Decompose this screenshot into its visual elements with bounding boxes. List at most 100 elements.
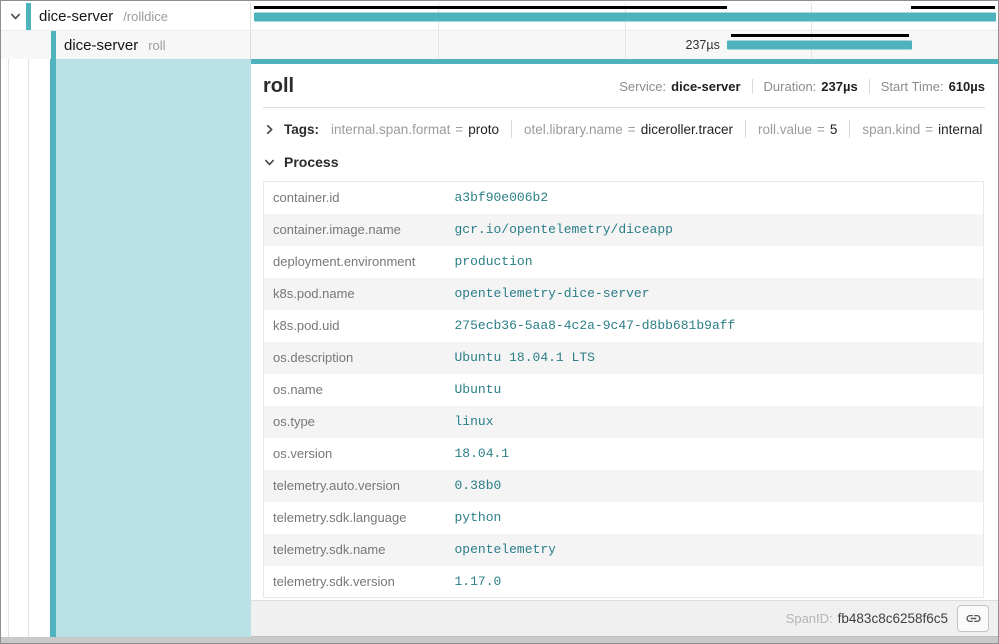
service-name: dice-server	[39, 8, 113, 25]
tag-item: internal.span.format=proto	[331, 122, 499, 137]
process-row: deployment.environmentproduction	[264, 246, 984, 278]
process-row: container.ida3bf90e006b2	[264, 182, 984, 214]
process-value: linux	[447, 406, 984, 438]
process-value: Ubuntu 18.04.1 LTS	[447, 342, 984, 374]
spanid-label: SpanID:	[786, 611, 833, 626]
critical-path-segment	[911, 6, 995, 9]
span-row-rolldice[interactable]: dice-server /rolldice	[1, 3, 998, 31]
process-key: os.name	[264, 374, 447, 406]
operation-name: roll	[148, 38, 165, 53]
chevron-down-icon	[264, 157, 275, 168]
span-tree-gutter	[1, 59, 251, 637]
process-value: 275ecb36-5aa8-4c2a-9c47-d8bb681b9aff	[447, 310, 984, 342]
span-detail-header: roll Service: dice-server Duration: 237µ…	[263, 64, 985, 108]
process-value: a3bf90e006b2	[447, 182, 984, 214]
process-key: k8s.pod.uid	[264, 310, 447, 342]
duration-label: Duration:	[764, 79, 817, 94]
horizontal-scrollbar[interactable]	[1, 637, 998, 643]
process-value: production	[447, 246, 984, 278]
indent-guide	[8, 59, 9, 637]
critical-path-segment	[254, 6, 727, 9]
timeline-grid-tick	[438, 31, 439, 59]
tag-item: otel.library.name=diceroller.tracer	[524, 122, 733, 137]
process-value: opentelemetry-dice-server	[447, 278, 984, 310]
indent-guide	[28, 59, 29, 637]
tag-value: 5	[830, 122, 838, 137]
chevron-right-icon	[264, 124, 275, 135]
process-value: Ubuntu	[447, 374, 984, 406]
process-key: k8s.pod.name	[264, 278, 447, 310]
process-row: container.image.namegcr.io/opentelemetry…	[264, 214, 984, 246]
process-key: telemetry.sdk.name	[264, 534, 447, 566]
process-kv-table: container.ida3bf90e006b2container.image.…	[263, 181, 984, 598]
service-value: dice-server	[671, 79, 740, 94]
span-name-cell[interactable]: dice-server /rolldice	[1, 3, 251, 30]
process-value: 0.38b0	[447, 470, 984, 502]
span-name-cell[interactable]: dice-server roll	[1, 31, 251, 59]
process-accordion[interactable]: Process	[251, 144, 998, 178]
span-duration-bar[interactable]	[727, 41, 912, 50]
tag-value: diceroller.tracer	[641, 122, 733, 137]
process-row: os.version18.04.1	[264, 438, 984, 470]
process-key: container.id	[264, 182, 447, 214]
tag-key: span.kind	[862, 122, 920, 137]
process-key: os.type	[264, 406, 447, 438]
process-value: opentelemetry	[447, 534, 984, 566]
process-row: telemetry.sdk.languagepython	[264, 502, 984, 534]
divider	[511, 120, 512, 138]
duration-value: 237µs	[821, 79, 857, 94]
start-time-label: Start Time:	[881, 79, 944, 94]
tag-item: roll.value=5	[758, 122, 837, 137]
process-value: 1.17.0	[447, 566, 984, 598]
process-row: telemetry.auto.version0.38b0	[264, 470, 984, 502]
process-row: k8s.pod.nameopentelemetry-dice-server	[264, 278, 984, 310]
tag-key: roll.value	[758, 122, 812, 137]
process-key: telemetry.auto.version	[264, 470, 447, 502]
process-value: gcr.io/opentelemetry/diceapp	[447, 214, 984, 246]
span-color-bar	[26, 3, 31, 30]
critical-path-segment	[731, 34, 910, 37]
service-name: dice-server	[64, 37, 138, 54]
tags-accordion[interactable]: Tags: internal.span.format=protootel.lib…	[251, 108, 998, 144]
tag-item: span.kind=internal	[862, 122, 982, 137]
span-duration-bar[interactable]	[254, 12, 996, 21]
process-key: deployment.environment	[264, 246, 447, 278]
expanded-span-tint	[56, 59, 251, 637]
chevron-down-icon	[10, 11, 21, 22]
spanid-value: fb483c8c6258f6c5	[838, 611, 948, 626]
span-detail-footer: SpanID: fb483c8c6258f6c5	[251, 600, 998, 636]
link-icon	[965, 610, 982, 627]
service-label: Service:	[619, 79, 666, 94]
divider	[849, 120, 850, 138]
process-row: telemetry.sdk.version1.17.0	[264, 566, 984, 598]
jaeger-trace-view: dice-server /rolldice dice-server roll 2…	[0, 0, 999, 644]
tags-list: internal.span.format=protootel.library.n…	[319, 120, 982, 138]
tag-value: proto	[468, 122, 499, 137]
process-row: telemetry.sdk.nameopentelemetry	[264, 534, 984, 566]
tag-equals: =	[920, 122, 938, 137]
copy-span-link-button[interactable]	[957, 605, 989, 632]
collapse-children-button[interactable]	[7, 9, 23, 25]
span-row-roll[interactable]: dice-server roll 237µs	[1, 31, 998, 59]
tag-equals: =	[812, 122, 830, 137]
timeline-row-0	[251, 3, 998, 30]
process-row: os.descriptionUbuntu 18.04.1 LTS	[264, 342, 984, 374]
process-row: os.nameUbuntu	[264, 374, 984, 406]
process-row: os.typelinux	[264, 406, 984, 438]
timeline-row-1: 237µs	[251, 31, 998, 59]
operation-name: /rolldice	[123, 9, 168, 24]
span-duration-label: 237µs	[686, 38, 720, 52]
process-row: k8s.pod.uid275ecb36-5aa8-4c2a-9c47-d8bb6…	[264, 310, 984, 342]
span-detail-panel: roll Service: dice-server Duration: 237µ…	[251, 59, 998, 637]
divider	[745, 120, 746, 138]
span-title: roll	[263, 75, 294, 98]
process-value: 18.04.1	[447, 438, 984, 470]
process-key: telemetry.sdk.language	[264, 502, 447, 534]
tag-key: otel.library.name	[524, 122, 623, 137]
tag-equals: =	[450, 122, 468, 137]
process-value: python	[447, 502, 984, 534]
process-key: os.description	[264, 342, 447, 374]
process-label: Process	[284, 154, 338, 170]
tag-key: internal.span.format	[331, 122, 450, 137]
tag-equals: =	[623, 122, 641, 137]
